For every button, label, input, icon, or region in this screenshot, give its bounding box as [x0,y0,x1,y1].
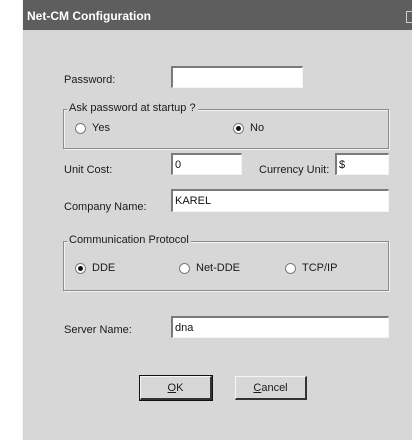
ask-no-label: No [250,122,265,134]
ask-no-radio[interactable]: No [233,122,264,134]
protocol-netdde-label: Net-DDE [196,262,241,274]
cancel-mnemonic: C [253,381,262,394]
password-label: Password: [64,74,116,86]
company-name-label: Company Name: [64,201,147,213]
window-title: Net-CM Configuration [27,9,151,23]
ok-button[interactable]: OK [139,375,213,401]
protocol-dde-label: DDE [92,262,116,274]
title-bar[interactable]: Net-CM Configuration [23,0,412,30]
protocol-tcpip-label: TCP/IP [302,262,338,274]
radio-unselected-icon [179,262,190,274]
ok-mnemonic: O [167,381,177,394]
unit-cost-field[interactable] [171,153,242,175]
close-box-icon[interactable] [406,11,412,23]
radio-unselected-icon [75,122,86,134]
protocol-tcpip-radio[interactable]: TCP/IP [285,262,337,274]
radio-selected-icon [233,122,244,134]
currency-unit-field[interactable] [335,153,389,175]
currency-unit-label: Currency Unit: [259,164,330,176]
password-field[interactable] [171,66,303,88]
config-dialog: Net-CM Configuration Password: Ask passw… [22,0,412,440]
radio-selected-icon [75,262,86,274]
server-name-field[interactable] [171,316,389,338]
cancel-label-rest: ancel [261,381,288,394]
protocol-dde-radio[interactable]: DDE [75,262,115,274]
protocol-legend: Communication Protocol [67,234,191,246]
server-name-label: Server Name: [64,324,132,336]
ask-yes-label: Yes [92,122,110,134]
ok-label-rest: K [176,381,184,394]
protocol-netdde-radio[interactable]: Net-DDE [179,262,240,274]
ask-yes-radio[interactable]: Yes [75,122,110,134]
company-name-field[interactable] [171,189,389,212]
cancel-button[interactable]: Cancel [235,376,307,400]
ask-password-group [63,109,389,149]
ask-password-legend: Ask password at startup ? [67,102,198,114]
unit-cost-label: Unit Cost: [64,164,113,176]
radio-unselected-icon [285,262,296,274]
